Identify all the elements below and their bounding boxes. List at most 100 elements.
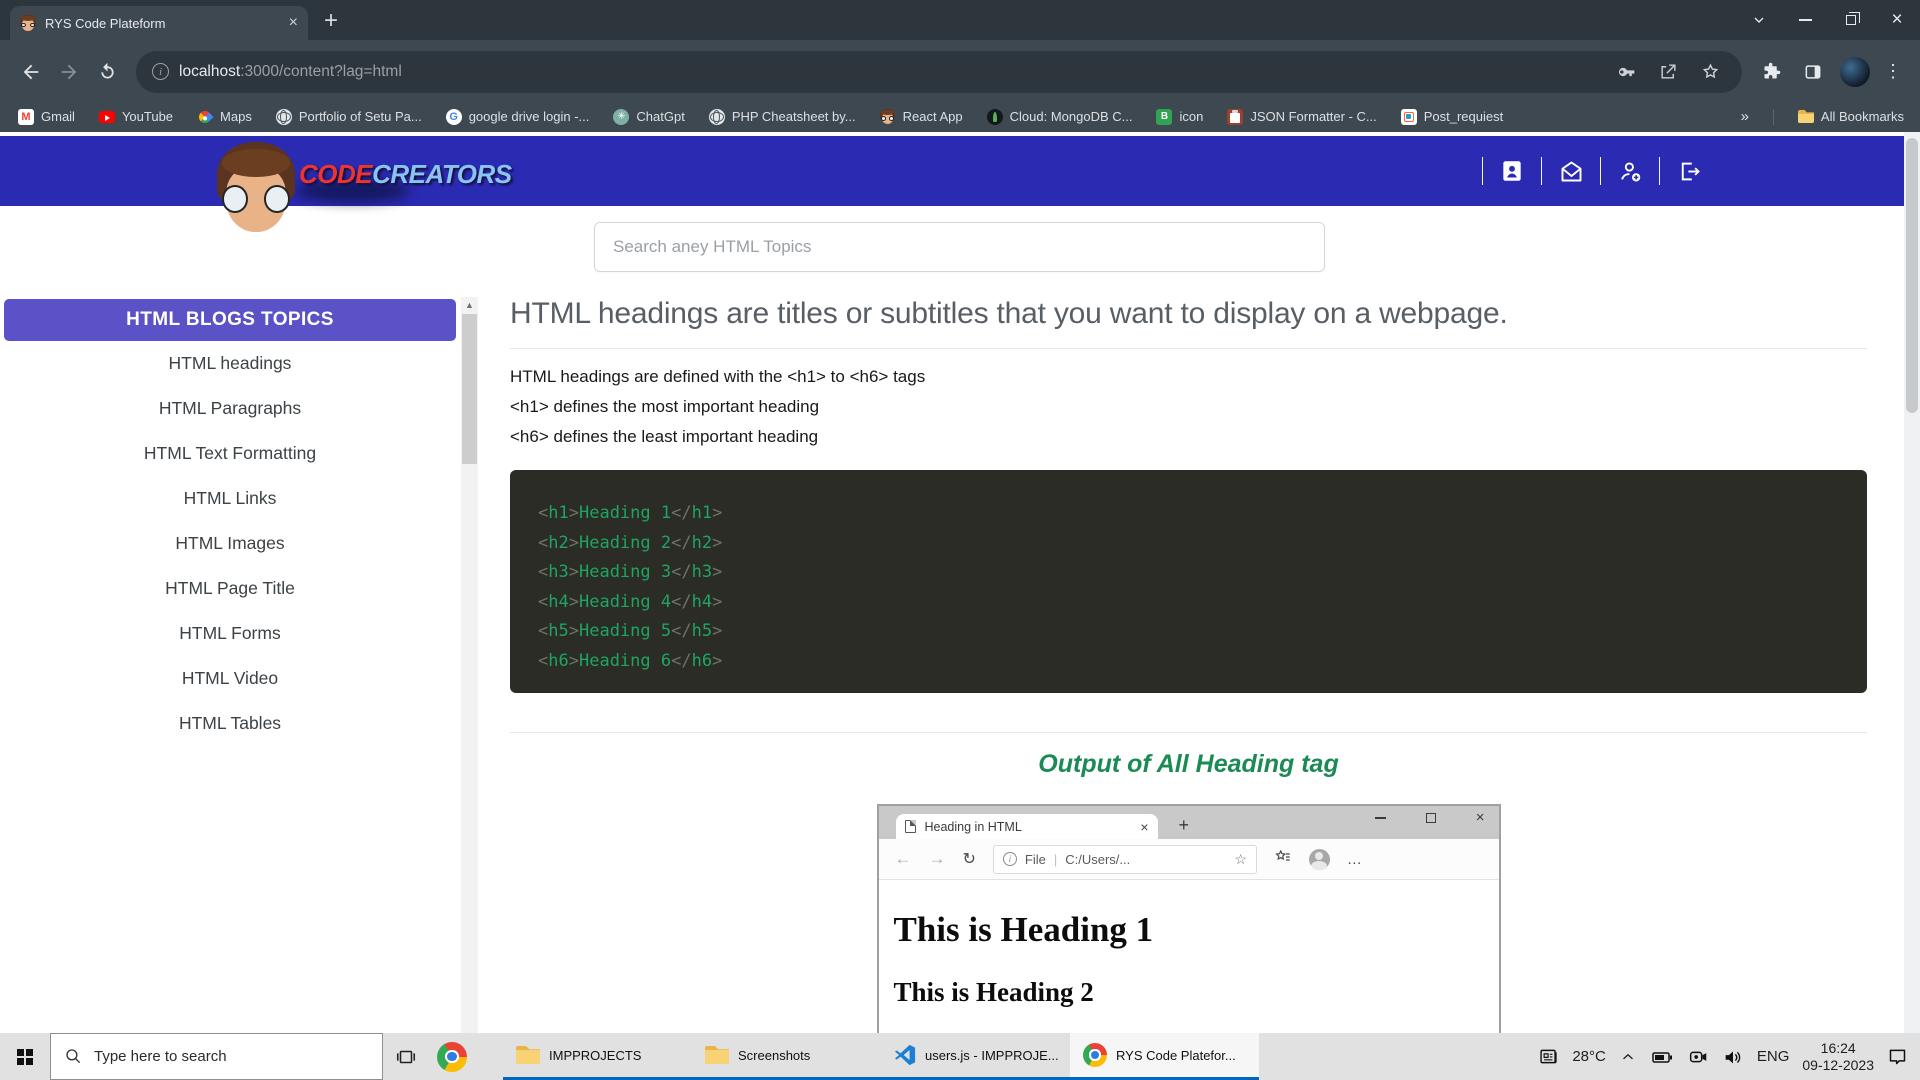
- minimize-icon: [1375, 817, 1386, 819]
- screenshot-tab: Heading in HTML ×: [896, 814, 1158, 839]
- output-heading-1: This is Heading 1: [894, 910, 1499, 950]
- scrollbar-thumb[interactable]: [1906, 138, 1918, 413]
- bookmark-react-app[interactable]: React App: [880, 109, 963, 125]
- bookmark-google-drive[interactable]: Ggoogle drive login -...: [446, 109, 590, 125]
- reload-icon[interactable]: [88, 53, 126, 91]
- gmail-icon: M: [18, 109, 34, 125]
- tab-search-chevron-icon[interactable]: [1736, 0, 1782, 40]
- taskbar-app-label: RYS Code Platefor...: [1116, 1048, 1236, 1063]
- all-bookmarks-button[interactable]: All Bookmarks: [1798, 109, 1904, 125]
- sidebar-item-html-text-formatting[interactable]: HTML Text Formatting: [4, 431, 456, 476]
- contact-card-icon[interactable]: [1497, 156, 1527, 186]
- battery-icon[interactable]: [1650, 1045, 1674, 1069]
- share-icon[interactable]: [1652, 56, 1684, 88]
- new-tab-button[interactable]: +: [324, 9, 338, 33]
- sidebar-item-html-video[interactable]: HTML Video: [4, 656, 456, 701]
- side-panel-icon[interactable]: [1794, 53, 1832, 91]
- bookmark-portfolio[interactable]: Portfolio of Setu Pa...: [276, 109, 422, 125]
- bookmark-youtube[interactable]: YouTube: [99, 109, 173, 125]
- extensions-puzzle-icon[interactable]: [1752, 53, 1790, 91]
- browser-tab[interactable]: RYS Code Plateform ×: [10, 6, 308, 40]
- sidebar-item-html-forms[interactable]: HTML Forms: [4, 611, 456, 656]
- sidebar-item-html-images[interactable]: HTML Images: [4, 521, 456, 566]
- taskbar-chrome-button[interactable]: [429, 1033, 475, 1080]
- password-key-icon[interactable]: [1610, 56, 1642, 88]
- taskbar-app-rys-chrome[interactable]: RYS Code Platefor...: [1070, 1033, 1259, 1080]
- clock[interactable]: 16:24 09-12-2023: [1802, 1040, 1874, 1074]
- close-button[interactable]: ×: [1874, 0, 1920, 40]
- site-header: CODECREATORS: [0, 136, 1920, 206]
- bookmark-php-cheatsheet[interactable]: PHP Cheatsheet by...: [709, 109, 856, 125]
- back-icon[interactable]: [12, 53, 50, 91]
- chatgpt-icon: ✳: [613, 109, 629, 125]
- action-center-icon[interactable]: [1887, 1046, 1908, 1067]
- person-add-icon[interactable]: [1615, 156, 1645, 186]
- start-button[interactable]: [0, 1033, 50, 1080]
- mongodb-icon: [987, 109, 1003, 125]
- temperature-text[interactable]: 28°C: [1572, 1048, 1606, 1065]
- bookmarks-overflow-chevron[interactable]: »: [1741, 108, 1749, 125]
- task-view-button[interactable]: [383, 1033, 429, 1080]
- bookmark-label: JSON Formatter - C...: [1250, 109, 1376, 124]
- output-heading-2: This is Heading 2: [894, 977, 1499, 1008]
- sidebar-item-html-page-title[interactable]: HTML Page Title: [4, 566, 456, 611]
- forward-icon[interactable]: [50, 53, 88, 91]
- taskbar-app-screenshots[interactable]: Screenshots: [692, 1033, 881, 1080]
- content-scrollbar[interactable]: ▲: [461, 297, 478, 1033]
- youtube-icon: [99, 111, 115, 123]
- page-title: HTML headings are titles or subtitles th…: [510, 297, 1867, 331]
- bookmark-chatgpt[interactable]: ✳ChatGpt: [613, 109, 684, 125]
- bookmark-mongodb[interactable]: Cloud: MongoDB C...: [987, 109, 1133, 125]
- sidebar-item-html-paragraphs[interactable]: HTML Paragraphs: [4, 386, 456, 431]
- bookmark-star-icon[interactable]: [1694, 56, 1726, 88]
- taskbar-search-input[interactable]: [94, 1048, 334, 1065]
- site-logo-mascot[interactable]: [217, 142, 295, 234]
- bookmark-icon-site[interactable]: Bicon: [1156, 109, 1203, 125]
- bookmark-label: Post_requiest: [1424, 109, 1504, 124]
- site-info-icon[interactable]: i: [152, 63, 169, 80]
- restore-button[interactable]: [1828, 0, 1874, 40]
- bookmark-json-formatter[interactable]: JSON Formatter - C...: [1227, 109, 1376, 125]
- bookmark-post-request[interactable]: Post_requiest: [1401, 109, 1504, 125]
- sidebar-item-html-tables[interactable]: HTML Tables: [4, 701, 456, 746]
- bookmark-gmail[interactable]: MGmail: [18, 109, 75, 125]
- scroll-up-arrow-icon[interactable]: ▲: [461, 297, 478, 313]
- tray-chevron-icon[interactable]: [1619, 1048, 1637, 1066]
- close-icon: ×: [1140, 819, 1148, 835]
- folder-icon: [705, 1046, 729, 1064]
- taskbar-apps: IMPPROJECTS Screenshots users.js - IMPPR…: [503, 1033, 1259, 1080]
- speaker-icon[interactable]: [1722, 1046, 1744, 1068]
- mail-icon[interactable]: [1556, 156, 1586, 186]
- news-widget-icon[interactable]: [1538, 1046, 1559, 1067]
- sidebar-item-html-headings[interactable]: HTML headings: [4, 341, 456, 386]
- divider: [510, 732, 1867, 733]
- browser-menu-icon[interactable]: ⋮: [1878, 61, 1908, 82]
- all-bookmarks-label: All Bookmarks: [1821, 109, 1904, 124]
- tab-close-icon[interactable]: ×: [289, 15, 298, 31]
- profile-avatar[interactable]: [1836, 53, 1874, 91]
- taskbar-search[interactable]: [50, 1033, 383, 1080]
- scrollbar-thumb[interactable]: [462, 314, 477, 464]
- screen: RYS Code Plateform × + × i localhost:300…: [0, 0, 1920, 1080]
- topics-sidebar: HTML BLOGS TOPICS HTML headings HTML Par…: [4, 299, 456, 746]
- bookmark-label: PHP Cheatsheet by...: [732, 109, 856, 124]
- address-bar[interactable]: i localhost:3000/content?lag=html: [136, 51, 1742, 93]
- page-scrollbar[interactable]: [1904, 132, 1920, 1033]
- taskbar-app-impprojects[interactable]: IMPPROJECTS: [503, 1033, 692, 1080]
- site-logo-text[interactable]: CODECREATORS: [299, 159, 512, 190]
- language-indicator[interactable]: ENG: [1757, 1048, 1790, 1065]
- bookmark-label: Portfolio of Setu Pa...: [299, 109, 422, 124]
- address-path: C:/Users/...: [1065, 852, 1130, 867]
- screenshot-window-controls: ×: [1375, 810, 1485, 825]
- camera-icon[interactable]: [1687, 1046, 1709, 1068]
- bookmark-label: google drive login -...: [469, 109, 590, 124]
- topic-search-input[interactable]: [594, 222, 1325, 272]
- minimize-button[interactable]: [1782, 0, 1828, 40]
- bookmark-maps[interactable]: Maps: [197, 109, 252, 125]
- taskbar-app-label: Screenshots: [738, 1048, 810, 1063]
- sidebar-item-html-links[interactable]: HTML Links: [4, 476, 456, 521]
- windows-logo-icon: [17, 1049, 33, 1065]
- taskbar-app-vscode[interactable]: users.js - IMPPROJE...: [881, 1033, 1070, 1080]
- logout-icon[interactable]: [1674, 156, 1704, 186]
- bookmark-label: YouTube: [122, 109, 173, 124]
